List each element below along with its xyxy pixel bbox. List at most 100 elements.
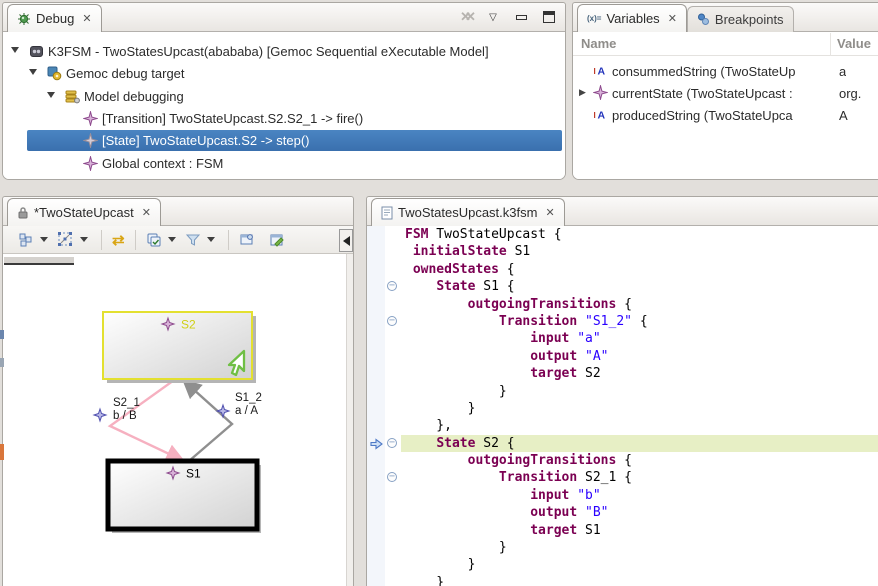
dropdown-caret-icon[interactable] [80,237,88,242]
annotation-ruler[interactable] [367,226,385,243]
code-line[interactable]: outgoingTransitions { [367,296,878,313]
code-line[interactable]: − Transition "S1_2" { [367,313,878,330]
fold-ruler[interactable] [385,504,401,521]
fold-ruler[interactable] [385,383,401,400]
annotation-ruler[interactable] [367,504,385,521]
expand-arrow-icon[interactable] [29,69,37,75]
transition-S2_1[interactable]: S2_1b / B [94,378,184,461]
annotation-ruler[interactable] [367,261,385,278]
fold-ruler[interactable] [385,539,401,556]
fold-ruler[interactable] [385,365,401,382]
fold-ruler[interactable]: − [385,469,401,486]
fold-collapse-icon[interactable]: − [387,472,397,482]
fsm-diagram[interactable]: S2_1b / BS1_2a / AS2S1 [3,254,347,586]
snapshot-icon[interactable] [236,229,258,251]
collapse-palette-icon[interactable] [339,229,353,252]
fold-ruler[interactable] [385,574,401,586]
annotation-ruler[interactable] [367,243,385,260]
annotation-ruler[interactable] [367,348,385,365]
code-line[interactable]: output "A" [367,348,878,365]
annotation-ruler[interactable] [367,574,385,586]
fold-collapse-icon[interactable]: − [387,438,397,448]
tab-variables[interactable]: (x)= Variables ✕ [577,4,687,32]
annotation-ruler[interactable] [367,417,385,434]
annotation-ruler[interactable] [367,296,385,313]
code-line[interactable]: }, [367,417,878,434]
code-line[interactable]: } [367,400,878,417]
annotation-ruler[interactable] [367,469,385,486]
annotation-ruler[interactable] [367,400,385,417]
code-line[interactable]: output "B" [367,504,878,521]
fold-ruler[interactable] [385,243,401,260]
code-line[interactable]: initialState S1 [367,243,878,260]
fold-ruler[interactable]: − [385,278,401,295]
code-line[interactable]: − State S2 { [367,435,878,452]
annotation-ruler[interactable] [367,278,385,295]
palette-strip[interactable] [346,254,353,586]
fold-ruler[interactable] [385,417,401,434]
code-line[interactable]: outgoingTransitions { [367,452,878,469]
diagram-canvas[interactable]: S2_1b / BS1_2a / AS2S1 [3,254,353,586]
fold-ruler[interactable] [385,296,401,313]
dropdown-caret-icon[interactable] [40,237,48,242]
close-icon[interactable]: ✕ [82,12,91,25]
tab-debug[interactable]: Debug ✕ [7,4,102,32]
fold-ruler[interactable] [385,556,401,573]
debug-tree-row[interactable]: Global context : FSM [3,153,565,175]
close-icon[interactable]: ✕ [545,206,554,219]
code-area[interactable]: FSM TwoStateUpcast { initialState S1 own… [367,226,878,586]
tab-twostateupcast-diagram[interactable]: *TwoStateUpcast ✕ [7,198,161,226]
annotation-ruler[interactable] [367,539,385,556]
code-line[interactable]: } [367,556,878,573]
annotation-ruler[interactable] [367,487,385,504]
annotation-ruler[interactable] [367,365,385,382]
annotation-ruler[interactable] [367,330,385,347]
dropdown-caret-icon[interactable] [207,237,215,242]
fold-ruler[interactable]: − [385,435,401,452]
fold-ruler[interactable] [385,487,401,504]
view-menu-icon[interactable]: ▽ [483,8,503,26]
fold-ruler[interactable] [385,348,401,365]
transition-S1_2[interactable]: S1_2a / A [183,380,262,461]
minimize-icon[interactable] [511,8,531,26]
code-line[interactable]: FSM TwoStateUpcast { [367,226,878,243]
close-icon[interactable]: ✕ [142,206,151,219]
fold-ruler[interactable] [385,522,401,539]
code-line[interactable]: target S2 [367,365,878,382]
annotation-ruler[interactable] [367,383,385,400]
remove-all-terminated-icon[interactable]: ✕✕ [455,8,475,26]
debug-tree-row[interactable]: K3FSM - TwoStatesUpcast(abababa) [Gemoc … [3,41,565,63]
annotation-ruler[interactable] [367,435,385,452]
expand-arrow-icon[interactable] [11,47,19,53]
variable-row[interactable]: IAproducedString (TwoStateUpcaA [573,105,878,127]
fold-ruler[interactable] [385,261,401,278]
code-line[interactable]: ownedStates { [367,261,878,278]
code-line[interactable]: − Transition S2_1 { [367,469,878,486]
annotation-ruler[interactable] [367,313,385,330]
close-icon[interactable]: ✕ [668,12,677,25]
code-line[interactable]: } [367,574,878,586]
annotation-ruler[interactable] [367,522,385,539]
variables-table-header[interactable]: Name Value [573,33,878,56]
annotation-ruler[interactable] [367,452,385,469]
variable-row[interactable]: IAconsummedString (TwoStateUpa [573,61,878,83]
debug-tree-row[interactable]: [State] TwoStateUpcast.S2 -> step() [3,130,565,152]
expand-arrow-icon[interactable]: ▶ [579,87,586,98]
marquee-select-icon[interactable] [54,229,77,251]
filter-icon[interactable] [182,229,204,251]
refresh-icon[interactable]: ⇄ [109,229,128,251]
code-line[interactable]: } [367,539,878,556]
code-line[interactable]: input "a" [367,330,878,347]
tab-breakpoints[interactable]: Breakpoints [687,6,794,32]
expand-arrow-icon[interactable] [47,92,55,98]
fold-ruler[interactable] [385,226,401,243]
debug-tree-row[interactable]: Model debugging [3,86,565,108]
fold-collapse-icon[interactable]: − [387,281,397,291]
code-line[interactable]: } [367,383,878,400]
fold-ruler[interactable]: − [385,313,401,330]
export-diagram-icon[interactable] [266,229,288,251]
annotation-ruler[interactable] [367,556,385,573]
state-S1[interactable]: S1 [108,461,261,533]
code-line[interactable]: input "b" [367,487,878,504]
fold-ruler[interactable] [385,330,401,347]
